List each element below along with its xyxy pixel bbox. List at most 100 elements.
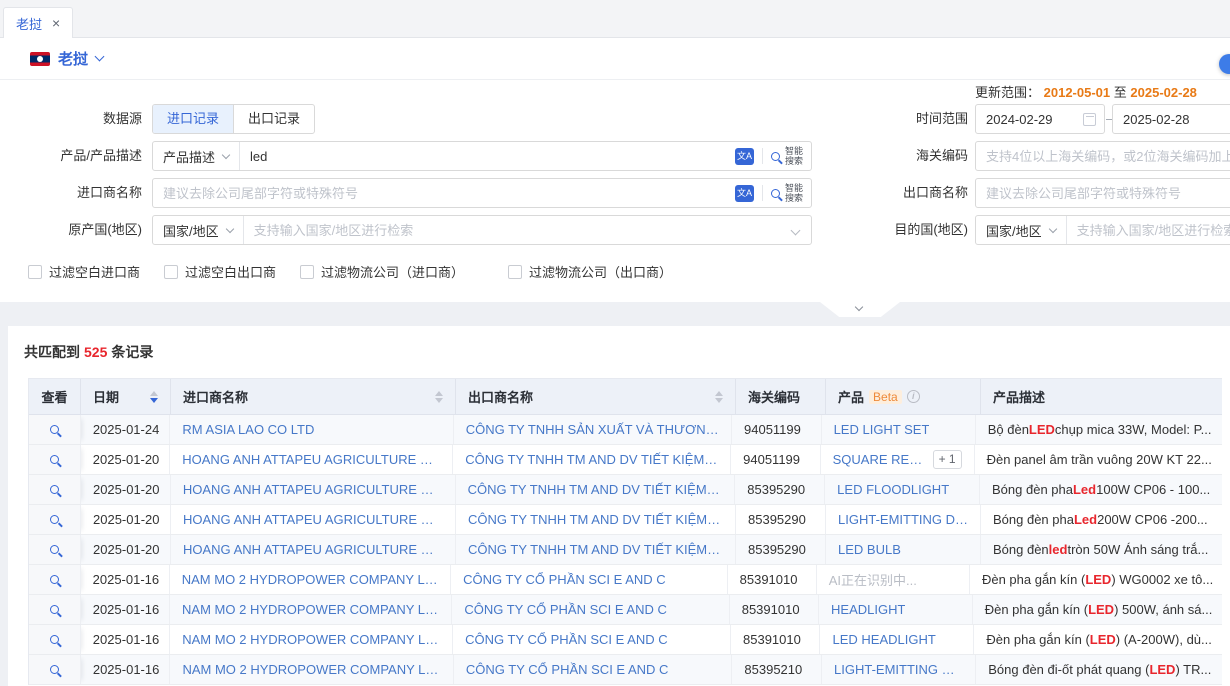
header-importer[interactable]: 进口商名称 <box>171 379 456 414</box>
date-to-input[interactable] <box>1113 105 1230 133</box>
view-record-icon[interactable] <box>50 635 59 644</box>
importer-link[interactable]: NAM MO 2 HYDROPOWER COMPANY LIMI... <box>182 602 439 617</box>
translate-icon[interactable] <box>735 148 754 165</box>
checkbox-filter-blank-importer[interactable]: 过滤空白进口商 <box>28 262 140 281</box>
importer-link[interactable]: HOANG ANH ATTAPEU AGRICULTURE DEVE... <box>183 512 443 527</box>
record-date: 2025-01-16 <box>81 565 170 594</box>
hs-code: 85391010 <box>728 565 817 594</box>
view-record-icon[interactable] <box>50 455 59 464</box>
checkbox-icon[interactable] <box>300 265 314 279</box>
table-row: 2025-01-24 RM ASIA LAO CO LTD CÔNG TY TN… <box>29 415 1222 445</box>
sort-icon-exporter[interactable] <box>715 391 723 403</box>
product-link[interactable]: LIGHT-EMITTING DIO... <box>834 662 963 677</box>
table-row: 2025-01-20 HOANG ANH ATTAPEU AGRICULTURE… <box>29 505 1222 535</box>
tab-export-records[interactable]: 出口记录 <box>233 105 314 133</box>
results-count-number: 525 <box>84 344 107 360</box>
chevron-down-icon <box>1048 224 1056 232</box>
importer-link[interactable]: NAM MO 2 HYDROPOWER COMPANY LIMI... <box>182 662 440 677</box>
origin-input[interactable] <box>244 216 792 244</box>
exporter-link[interactable]: CÔNG TY CỔ PHẦN SCI E AND C <box>464 602 667 617</box>
checkbox-icon[interactable] <box>508 265 522 279</box>
header-view: 查看 <box>29 379 81 414</box>
view-record-icon[interactable] <box>50 665 59 674</box>
importer-input[interactable] <box>153 179 735 207</box>
product-field-select[interactable]: 产品描述 <box>153 142 240 170</box>
product-search-input[interactable] <box>240 142 735 170</box>
exporter-link[interactable]: CÔNG TY TNHH SẢN XUẤT VÀ THƯƠNG M... <box>466 422 719 437</box>
laos-flag-icon <box>30 52 50 66</box>
header-date[interactable]: 日期 <box>81 379 171 414</box>
product-link[interactable]: LIGHT-EMITTING DIO... <box>838 512 968 527</box>
record-date: 2025-01-16 <box>81 625 170 654</box>
country-selector[interactable]: 老挝 <box>58 48 88 69</box>
floating-widget-button[interactable] <box>1219 54 1230 74</box>
hs-code-input[interactable] <box>976 142 1230 170</box>
sort-icon-date[interactable] <box>150 391 158 403</box>
more-products-badge[interactable]: + 1 <box>933 450 962 469</box>
chevron-down-icon[interactable] <box>791 225 801 235</box>
hs-code: 85395290 <box>735 475 825 504</box>
view-record-icon[interactable] <box>50 575 59 584</box>
table-row: 2025-01-16 NAM MO 2 HYDROPOWER COMPANY L… <box>29 595 1222 625</box>
view-record-icon[interactable] <box>50 485 59 494</box>
table-row: 2025-01-16 NAM MO 2 HYDROPOWER COMPANY L… <box>29 625 1222 655</box>
product-link[interactable]: HEADLIGHT <box>831 602 905 617</box>
exporter-link[interactable]: CÔNG TY CỔ PHẦN SCI E AND C <box>465 632 668 647</box>
tab-laos[interactable]: 老挝 <box>3 7 73 38</box>
tab-import-records[interactable]: 进口记录 <box>153 105 233 133</box>
importer-link[interactable]: HOANG ANH ATTAPEU AGRICULTURE DEVE... <box>182 452 440 467</box>
chevron-down-icon[interactable] <box>95 52 105 62</box>
checkbox-filter-logistics-exporter[interactable]: 过滤物流公司（出口商） <box>508 262 672 281</box>
hs-code: 94051199 <box>731 445 820 474</box>
exporter-link[interactable]: CÔNG TY CỔ PHẦN SCI E AND C <box>463 572 666 587</box>
checkbox-icon[interactable] <box>28 265 42 279</box>
view-record-icon[interactable] <box>50 425 59 434</box>
exporter-link[interactable]: CÔNG TY TNHH TM AND DV TIẾT KIỆM NĂ... <box>468 482 723 497</box>
destination-type-select[interactable]: 国家/地区 <box>976 216 1067 244</box>
header-exporter[interactable]: 出口商名称 <box>456 379 736 414</box>
translate-icon[interactable] <box>735 185 754 202</box>
product-link[interactable]: LED HEADLIGHT <box>832 632 935 647</box>
view-record-icon[interactable] <box>50 515 59 524</box>
date-to-picker[interactable] <box>1112 104 1230 134</box>
view-record-icon[interactable] <box>50 605 59 614</box>
view-record-icon[interactable] <box>50 545 59 554</box>
tab-title: 老挝 <box>16 14 42 33</box>
importer-link[interactable]: HOANG ANH ATTAPEU AGRICULTURE DEVE... <box>183 482 443 497</box>
chevron-down-icon <box>222 150 230 158</box>
smart-search-button[interactable]: 智能 搜索 <box>771 183 811 203</box>
checkbox-filter-blank-exporter[interactable]: 过滤空白出口商 <box>164 262 276 281</box>
exporter-input[interactable] <box>976 179 1230 207</box>
importer-link[interactable]: HOANG ANH ATTAPEU AGRICULTURE DEVE... <box>183 542 443 557</box>
exporter-link[interactable]: CÔNG TY TNHH TM AND DV TIẾT KIỆM NĂ... <box>468 512 723 527</box>
hs-code: 85391010 <box>730 595 819 624</box>
checkbox-icon[interactable] <box>164 265 178 279</box>
importer-label: 进口商名称 <box>0 178 142 208</box>
hs-code: 85395290 <box>736 535 826 564</box>
importer-link[interactable]: NAM MO 2 HYDROPOWER COMPANY LIMI... <box>182 572 438 587</box>
destination-input[interactable] <box>1067 216 1230 244</box>
update-range: 更新范围： 2012-05-01 至 2025-02-28 <box>975 84 1197 102</box>
close-icon[interactable] <box>52 16 60 30</box>
importer-link[interactable]: RM ASIA LAO CO LTD <box>182 422 314 437</box>
date-from-input[interactable] <box>976 105 1083 133</box>
info-icon[interactable] <box>907 390 920 403</box>
checkbox-filter-logistics-importer[interactable]: 过滤物流公司（进口商） <box>300 262 464 281</box>
sort-icon-importer[interactable] <box>435 391 443 403</box>
product-link[interactable]: LED LIGHT SET <box>834 422 930 437</box>
product-link[interactable]: SQUARE RECESS... <box>833 452 927 467</box>
date-from-picker[interactable] <box>975 104 1105 134</box>
smart-search-button[interactable]: 智能 搜索 <box>771 146 811 166</box>
product-link[interactable]: LED FLOODLIGHT <box>837 482 949 497</box>
importer-link[interactable]: NAM MO 2 HYDROPOWER COMPANY LIMI... <box>182 632 440 647</box>
product-description: Đèn pha gắn kín (LED) (A-200W), dù... <box>974 625 1222 654</box>
time-range-label: 时间范围 <box>828 104 968 134</box>
hs-code: 85395290 <box>736 505 826 534</box>
product-link[interactable]: LED BULB <box>838 542 901 557</box>
exporter-link[interactable]: CÔNG TY TNHH TM AND DV TIẾT KIỆM NĂ... <box>465 452 718 467</box>
exporter-link[interactable]: CÔNG TY CỔ PHẦN SCI E AND C <box>466 662 669 677</box>
collapse-filter-button[interactable] <box>820 302 900 317</box>
product-description: Bộ đèn LED chụp mica 33W, Model: P... <box>976 415 1222 444</box>
origin-type-select[interactable]: 国家/地区 <box>153 216 244 244</box>
exporter-link[interactable]: CÔNG TY TNHH TM AND DV TIẾT KIỆM NĂ... <box>468 542 723 557</box>
